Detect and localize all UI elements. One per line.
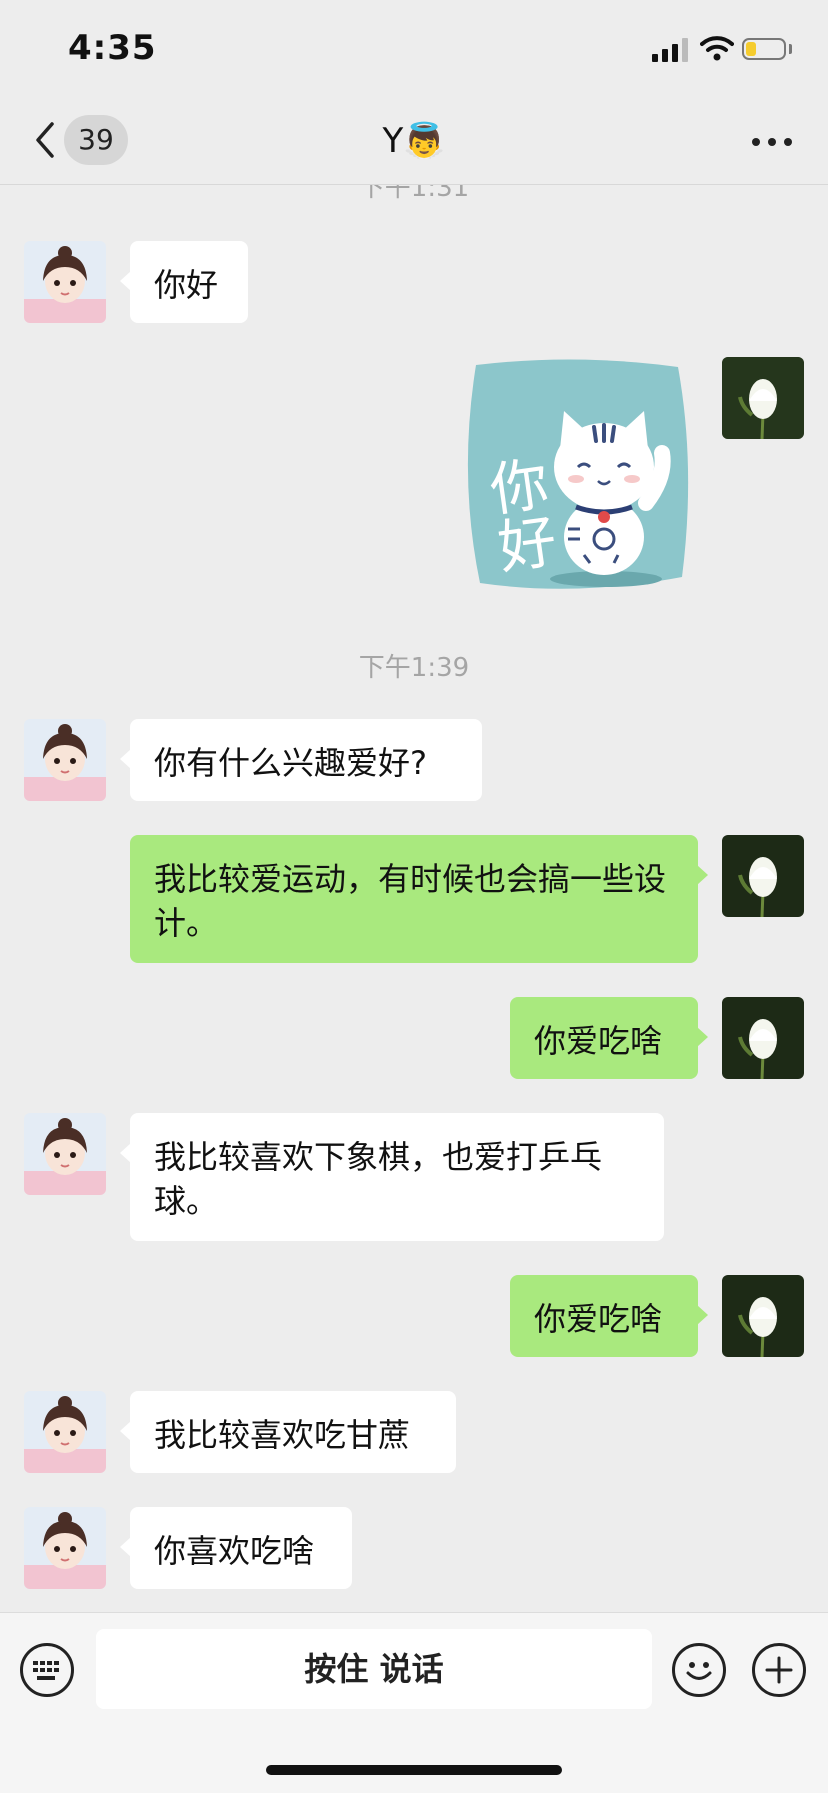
avatar-self[interactable]	[722, 1275, 804, 1357]
avatar-contact[interactable]	[24, 1507, 106, 1589]
timestamp: 下午1:31	[358, 185, 470, 203]
avatar-self[interactable]	[722, 997, 804, 1079]
hold-to-talk-button[interactable]: 按住 说话	[96, 1629, 652, 1709]
status-bar: 4:35	[0, 0, 828, 100]
home-indicator	[266, 1765, 562, 1775]
avatar-self[interactable]	[722, 835, 804, 917]
status-time: 4:35	[68, 28, 157, 68]
message-bubble-outgoing[interactable]: 你爱吃啥	[510, 997, 708, 1079]
back-icon[interactable]	[28, 118, 66, 162]
message-bubble-outgoing[interactable]: 我比较爱运动，有时候也会搞一些设计。	[130, 835, 708, 963]
chat-title: Y👼	[382, 121, 446, 161]
avatar-contact[interactable]	[24, 719, 106, 801]
message-bubble-incoming[interactable]: 你喜欢吃啥	[120, 1507, 352, 1589]
wifi-icon	[700, 36, 734, 61]
message-bubble-incoming[interactable]: 我比较喜欢吃甘蔗	[120, 1391, 456, 1473]
signal-icon	[652, 38, 688, 62]
timestamp: 下午1:39	[358, 653, 470, 683]
sticker-image[interactable]: 你好	[456, 357, 696, 595]
chat-area[interactable]: 下午1:31 你好 你好 下午1:39 你有什么兴趣爱好? 我比较爱运动，有时候…	[0, 185, 828, 1612]
input-bar: 按住 说话	[0, 1612, 828, 1793]
avatar-contact[interactable]	[24, 241, 106, 323]
avatar-self[interactable]	[722, 357, 804, 439]
more-icon[interactable]	[748, 130, 796, 154]
avatar-contact[interactable]	[24, 1391, 106, 1473]
unread-count-badge[interactable]: 39	[64, 115, 128, 165]
emoji-icon[interactable]	[672, 1643, 726, 1697]
avatar-contact[interactable]	[24, 1113, 106, 1195]
battery-icon	[742, 38, 786, 60]
plus-icon[interactable]	[752, 1643, 806, 1697]
battery-tip	[789, 44, 792, 54]
message-bubble-outgoing[interactable]: 你爱吃啥	[510, 1275, 708, 1357]
keyboard-icon[interactable]	[20, 1643, 74, 1697]
message-bubble-incoming[interactable]: 我比较喜欢下象棋，也爱打乒乓球。	[120, 1113, 664, 1241]
nav-bar: 39 Y👼	[0, 100, 828, 185]
message-bubble-incoming[interactable]: 你有什么兴趣爱好?	[120, 719, 482, 801]
message-bubble-incoming[interactable]: 你好	[120, 241, 248, 323]
